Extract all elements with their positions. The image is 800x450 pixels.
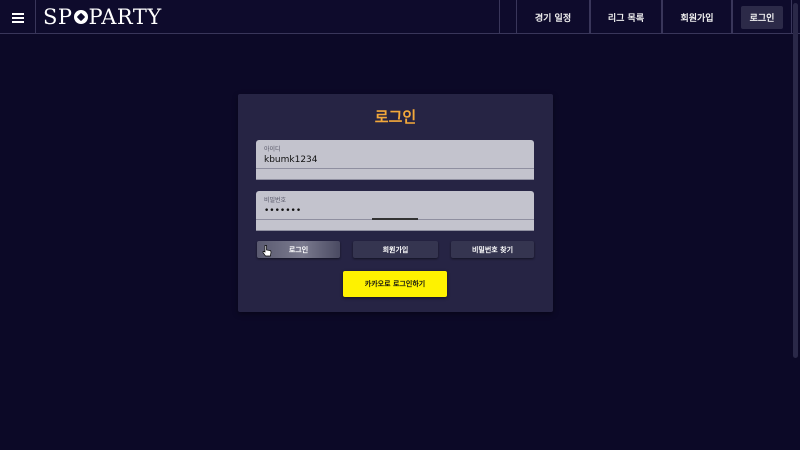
pointer-cursor-icon [262, 245, 272, 257]
nav-match-schedule[interactable]: 경기 일정 [516, 0, 590, 34]
scrollbar-thumb[interactable] [793, 3, 798, 358]
logo-text-left: SP [43, 5, 73, 29]
password-focus-indicator [372, 218, 418, 220]
logo-text-right: PARTY [88, 5, 162, 29]
nav-league-list[interactable]: 리그 목록 [590, 0, 662, 34]
logo[interactable]: SP PARTY [37, 0, 500, 34]
id-field-label: 아이디 [264, 146, 281, 153]
nav-signup-label: 회원가입 [680, 13, 714, 24]
kakao-login-button[interactable]: 카카오로 로그인하기 [343, 271, 447, 297]
nav-signup[interactable]: 회원가입 [662, 0, 732, 34]
password-input[interactable] [264, 204, 526, 218]
nav-league-list-label: 리그 목록 [607, 13, 645, 24]
nav-login-label: 로그인 [740, 5, 784, 29]
nav-login[interactable]: 로그인 [732, 0, 792, 34]
menu-button[interactable] [0, 0, 36, 34]
soccer-ball-icon [73, 10, 88, 24]
id-field-underline [256, 168, 534, 169]
find-password-button[interactable]: 비밀번호 찾기 [451, 241, 534, 258]
login-card: 로그인 아이디 비밀번호 로그인 회원가입 비밀번호 찾기 카카오로 로그인하기 [238, 94, 553, 312]
login-button-label: 로그인 [288, 245, 309, 254]
password-field[interactable]: 비밀번호 [256, 191, 534, 231]
id-input[interactable] [264, 153, 526, 167]
password-field-label: 비밀번호 [264, 197, 287, 204]
kakao-login-button-label: 카카오로 로그인하기 [364, 280, 426, 288]
top-navigation-bar: SP PARTY 경기 일정 리그 목록 회원가입 로그인 [0, 0, 800, 34]
find-password-button-label: 비밀번호 찾기 [471, 245, 514, 254]
signup-button[interactable]: 회원가입 [353, 241, 438, 258]
id-field[interactable]: 아이디 [256, 140, 534, 180]
signup-button-label: 회원가입 [382, 245, 409, 254]
page-scrollbar[interactable] [792, 0, 800, 450]
page-title: 로그인 [374, 108, 417, 126]
nav-match-schedule-label: 경기 일정 [534, 13, 572, 24]
menu-icon [11, 12, 24, 23]
